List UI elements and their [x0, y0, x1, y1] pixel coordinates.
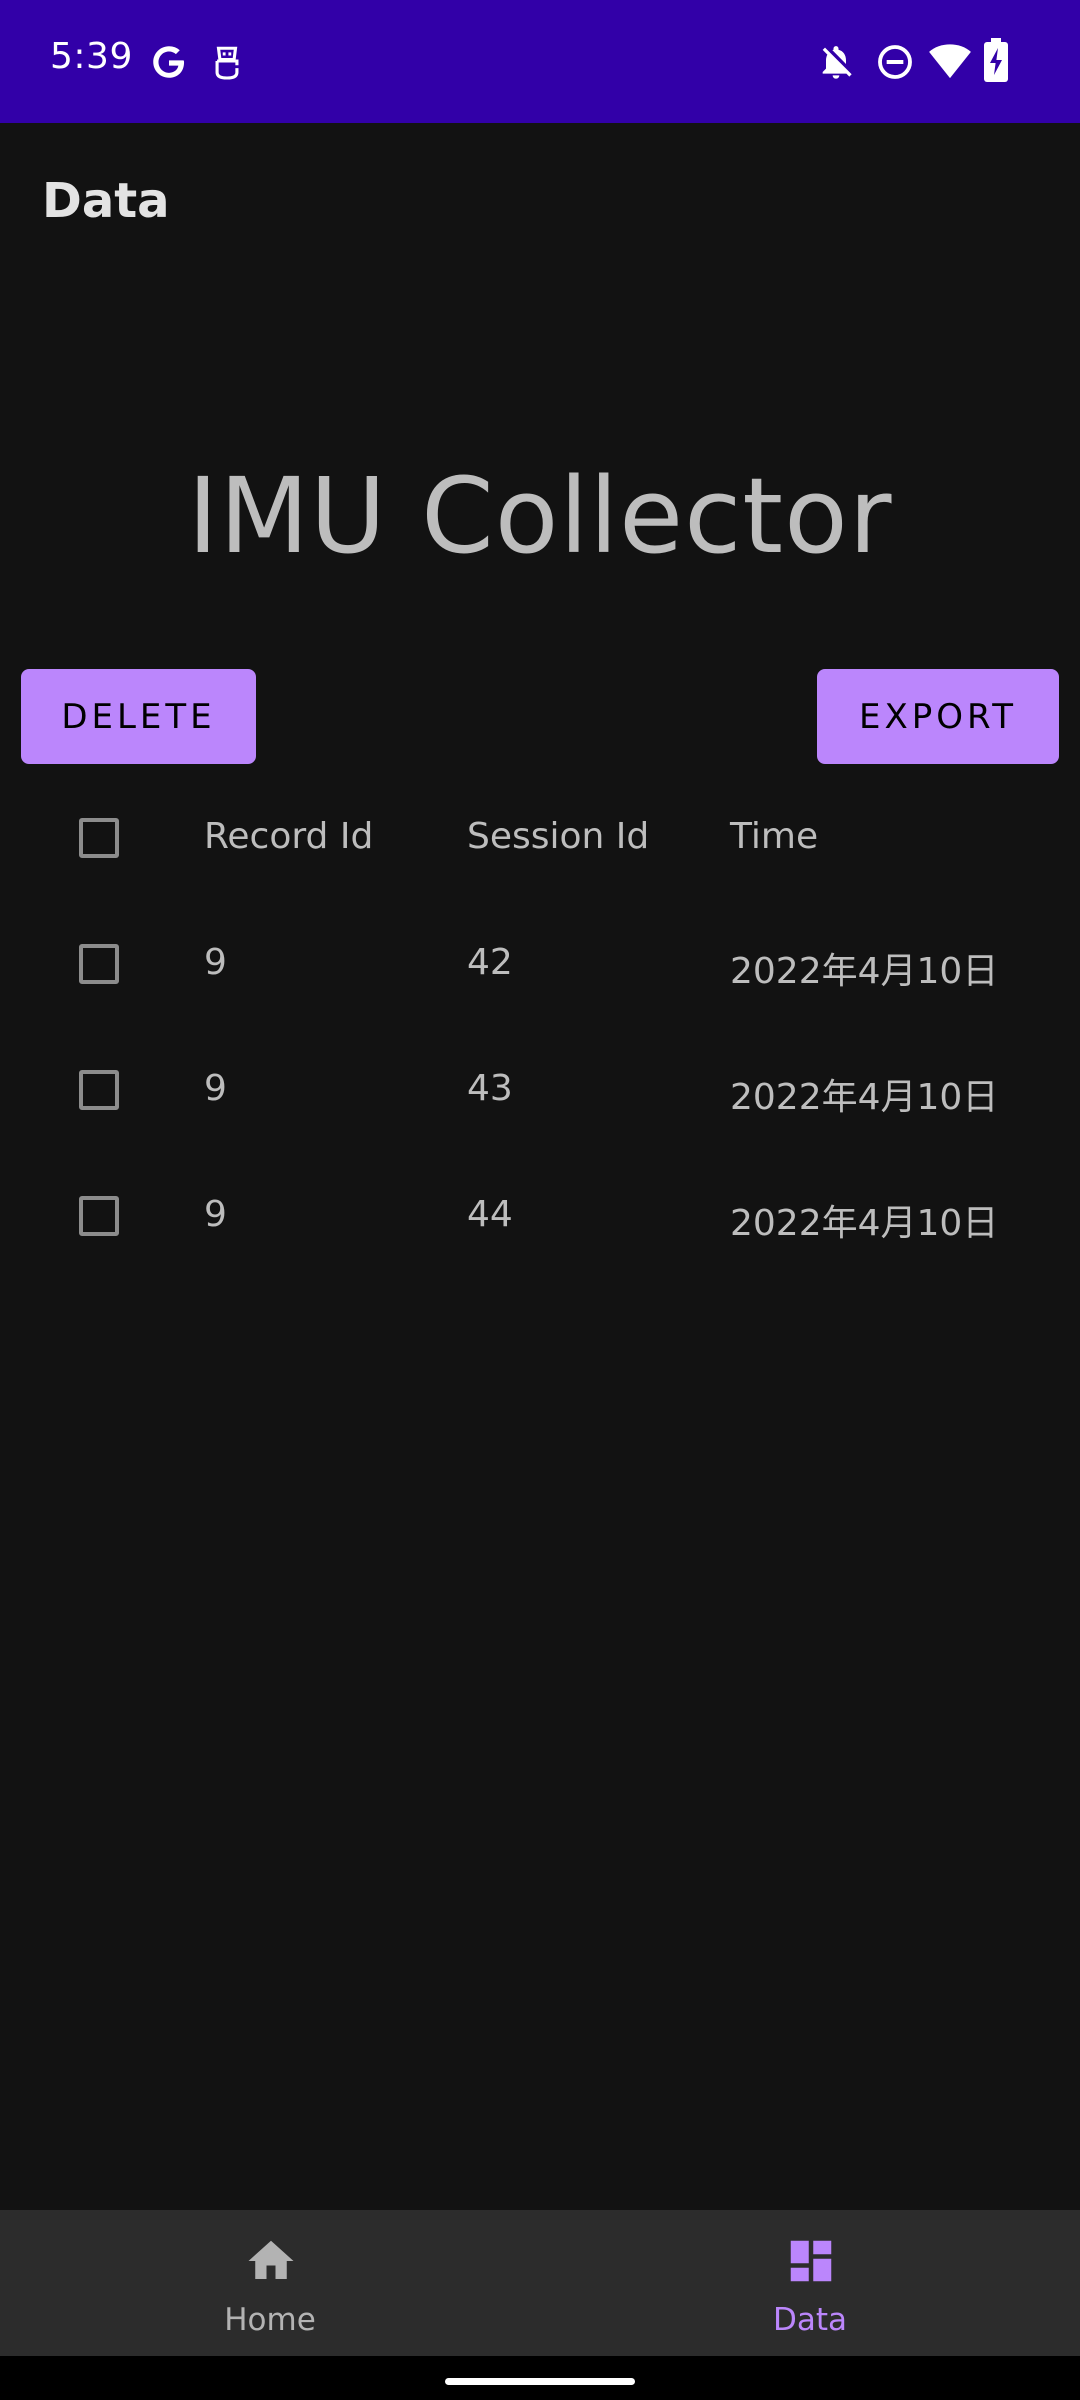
time-cell: 2022年4月10日	[730, 1203, 999, 1244]
select-all-checkbox[interactable]	[79, 818, 119, 858]
header-record-id: Record Id	[204, 816, 374, 857]
records-table: Record Id Session Id Time 9 42 2022年4月10…	[0, 790, 1080, 1294]
notifications-off-icon	[822, 46, 852, 79]
export-button[interactable]: EXPORT	[817, 669, 1059, 764]
header-time: Time	[730, 816, 819, 857]
header-session-id: Session Id	[467, 816, 650, 857]
delete-button[interactable]: DELETE	[21, 669, 256, 764]
nav-label-data: Data	[772, 2302, 848, 2338]
row-checkbox[interactable]	[79, 944, 119, 984]
time-cell: 2022年4月10日	[730, 951, 999, 992]
table-header-row: Record Id Session Id Time	[0, 790, 1080, 916]
page-title: Data	[42, 173, 170, 229]
row-checkbox[interactable]	[79, 1070, 119, 1110]
google-icon	[153, 46, 186, 78]
record-id-cell: 9	[204, 942, 227, 983]
table-row: 9 42 2022年4月10日	[0, 916, 1080, 1042]
wifi-icon	[929, 44, 971, 79]
gesture-handle[interactable]	[445, 2378, 635, 2385]
record-id-cell: 9	[204, 1194, 227, 1235]
status-bar: 5:39	[0, 0, 1080, 123]
record-id-cell: 9	[204, 1068, 227, 1109]
nav-label-home: Home	[224, 2302, 316, 2338]
home-icon	[248, 2240, 294, 2279]
app-bar: Data	[0, 123, 1080, 273]
dashboard-icon	[790, 2240, 832, 2282]
do-not-disturb-icon	[878, 45, 912, 79]
battery-charging-icon	[984, 38, 1008, 82]
bottom-navigation: Home Data	[0, 2210, 1080, 2356]
status-time: 5:39	[50, 36, 133, 77]
session-id-cell: 42	[467, 942, 513, 983]
session-id-cell: 44	[467, 1194, 513, 1235]
session-id-cell: 43	[467, 1068, 513, 1109]
nav-item-home[interactable]: Home	[0, 2210, 540, 2356]
gesture-navigation-area	[0, 2356, 1080, 2400]
nav-item-data[interactable]: Data	[540, 2210, 1080, 2356]
app-name-heading: IMU Collector	[187, 455, 893, 577]
robot-icon	[215, 46, 239, 80]
row-checkbox[interactable]	[79, 1196, 119, 1236]
table-row: 9 43 2022年4月10日	[0, 1042, 1080, 1168]
time-cell: 2022年4月10日	[730, 1077, 999, 1118]
table-row: 9 44 2022年4月10日	[0, 1168, 1080, 1294]
